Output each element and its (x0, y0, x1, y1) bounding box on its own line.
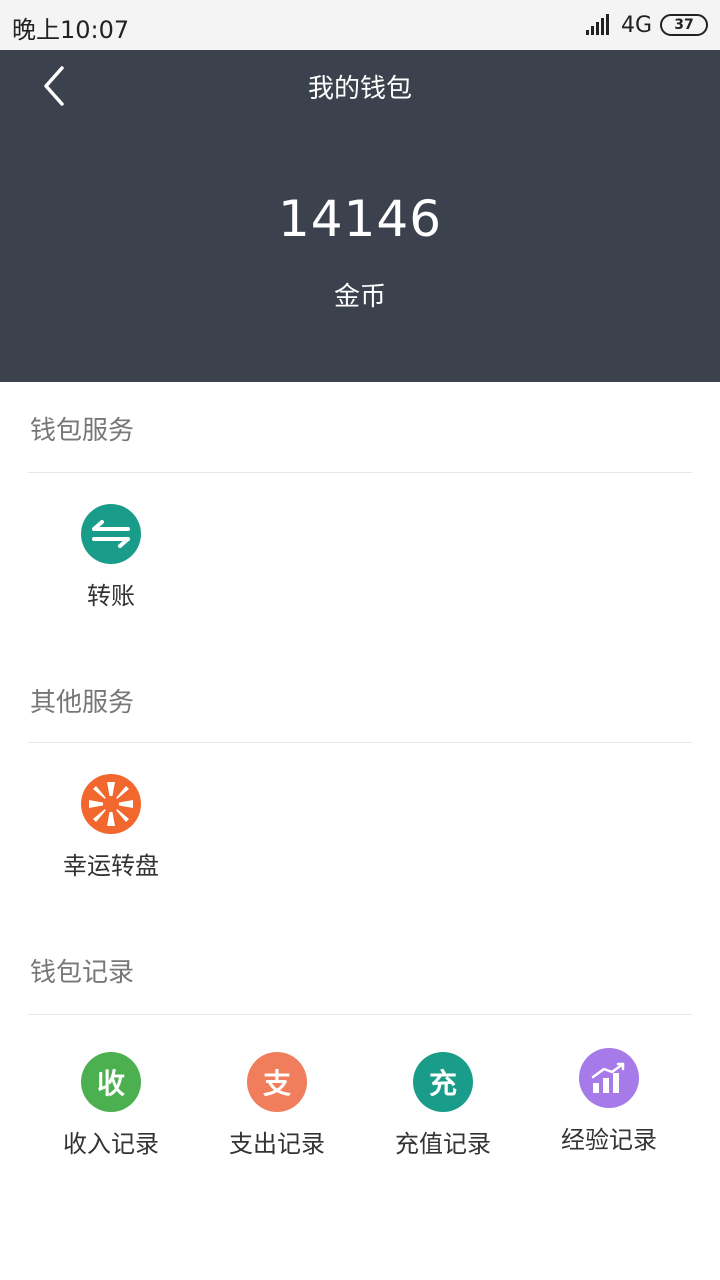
recharge-glyph: 充 (428, 1067, 457, 1100)
income-glyph: 收 (96, 1067, 125, 1100)
coin-balance: 14146 (277, 190, 443, 248)
network-type: 4G (620, 12, 652, 38)
expense-records-label: 支出记录 (229, 1130, 325, 1158)
lucky-wheel-button[interactable]: 幸运转盘 (28, 774, 194, 894)
expense-records-button[interactable]: 支 支出记录 (194, 1052, 360, 1172)
wallet-header: 我的钱包 14146 金币 (0, 50, 720, 382)
section-title-wallet-records: 钱包记录 (30, 958, 135, 988)
transfer-icon (81, 504, 141, 564)
divider (28, 1014, 692, 1015)
section-title-wallet-services: 钱包服务 (30, 416, 135, 446)
income-icon: 收 (81, 1052, 141, 1112)
status-time: 晚上10:07 (12, 16, 130, 44)
battery-level: 37 (674, 17, 694, 33)
section-title-other-services: 其他服务 (30, 688, 135, 718)
signal-icon (585, 14, 609, 35)
lucky-wheel-label: 幸运转盘 (63, 852, 159, 880)
transfer-button[interactable]: 转账 (28, 504, 194, 624)
coin-unit-label: 金币 (333, 282, 386, 312)
experience-records-label: 经验记录 (561, 1126, 657, 1154)
experience-chart-icon (579, 1048, 639, 1108)
divider (28, 742, 692, 743)
income-records-label: 收入记录 (63, 1130, 159, 1158)
expense-icon: 支 (247, 1052, 307, 1112)
recharge-records-button[interactable]: 充 充值记录 (360, 1052, 526, 1172)
status-bar: 晚上10:07 4G 37 (0, 0, 720, 50)
status-indicators: 4G 37 (585, 12, 708, 38)
transfer-label: 转账 (87, 582, 135, 610)
lucky-wheel-icon (81, 774, 141, 834)
divider (28, 472, 692, 473)
experience-records-button[interactable]: 经验记录 (526, 1048, 692, 1168)
battery-icon: 37 (660, 14, 708, 36)
page-title: 我的钱包 (307, 74, 412, 104)
income-records-button[interactable]: 收 收入记录 (28, 1052, 194, 1172)
recharge-records-label: 充值记录 (395, 1130, 491, 1158)
expense-glyph: 支 (262, 1067, 291, 1100)
recharge-icon: 充 (413, 1052, 473, 1112)
